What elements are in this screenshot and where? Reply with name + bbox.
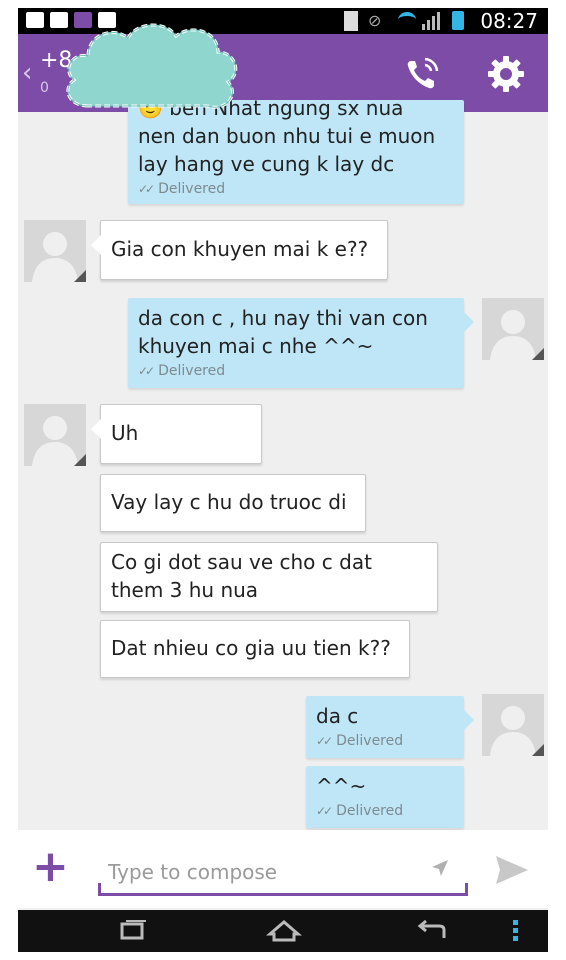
incoming-message[interactable]: Gia con khuyen mai k e?? xyxy=(91,220,388,280)
avatar[interactable] xyxy=(482,694,544,756)
wifi-icon xyxy=(398,12,416,28)
message-line: khuyen mai c nhe ^^~ xyxy=(138,334,374,358)
message-line: Co gi dot sau ve cho c dat xyxy=(111,550,372,574)
home-icon[interactable] xyxy=(265,918,303,944)
incoming-message[interactable]: Uh xyxy=(91,404,262,464)
message-text: Dat nhieu co gia uu tien k?? xyxy=(111,636,391,660)
message-text: ^^~ xyxy=(316,774,367,798)
delivery-status: ✓✓ Delivered xyxy=(316,803,404,819)
message-text: Uh xyxy=(111,421,139,445)
menu-icon[interactable] xyxy=(508,918,522,944)
cloud-sticker-icon xyxy=(66,23,238,109)
compose-input[interactable] xyxy=(108,856,408,888)
gear-icon[interactable] xyxy=(484,52,528,96)
outgoing-message[interactable]: da c ✓✓ Delivered xyxy=(306,696,474,758)
clock: 08:27 xyxy=(480,9,538,33)
double-check-icon: ✓✓ xyxy=(316,734,333,748)
incoming-message[interactable]: Dat nhieu co gia uu tien k?? xyxy=(100,620,410,678)
plus-icon[interactable]: + xyxy=(32,845,69,889)
back-icon[interactable] xyxy=(414,918,450,944)
contact-status: 0 xyxy=(40,80,49,96)
message-line: lay hang ve cung k lay dc xyxy=(138,152,395,176)
outgoing-message[interactable]: da con c , hu nay thi van con khuyen mai… xyxy=(128,298,474,388)
message-line: nen dan buon nhu tui e muon xyxy=(138,124,436,148)
incoming-message[interactable]: Co gi dot sau ve cho c dat them 3 hu nua xyxy=(100,542,438,612)
signal-icon xyxy=(422,12,440,30)
chat-notification-icon xyxy=(26,12,44,28)
sim-icon xyxy=(344,11,358,31)
mute-icon: ⊘ xyxy=(368,11,382,30)
battery-icon xyxy=(452,11,464,30)
navigation-bar xyxy=(18,910,548,952)
avatar[interactable] xyxy=(24,220,86,282)
avatar[interactable] xyxy=(24,404,86,466)
double-check-icon: ✓✓ xyxy=(138,182,155,196)
double-check-icon: ✓✓ xyxy=(316,804,333,818)
compose-field-wrap xyxy=(98,850,468,896)
chevron-left-icon[interactable]: ‹ xyxy=(22,58,32,88)
delivery-status: ✓✓ Delivered xyxy=(138,363,226,379)
phone-screen: ⊘ 08:27 ‹ +8 0 🙂 ben Nhat ngung sx nua n… xyxy=(18,8,548,952)
message-text: Gia con khuyen mai k e?? xyxy=(111,237,369,261)
send-icon[interactable] xyxy=(492,852,532,888)
message-text: da c xyxy=(316,704,359,728)
delivery-status: ✓✓ Delivered xyxy=(316,733,404,749)
message-text: Vay lay c hu do truoc di xyxy=(111,490,347,514)
phone-call-icon[interactable] xyxy=(400,52,444,96)
location-arrow-icon[interactable] xyxy=(430,858,450,883)
message-line: them 3 hu nua xyxy=(111,578,259,602)
compose-bar: + xyxy=(18,830,548,908)
message-line: da con c , hu nay thi van con xyxy=(138,306,428,330)
incoming-message[interactable]: Vay lay c hu do truoc di xyxy=(100,474,366,532)
recent-apps-icon[interactable] xyxy=(114,918,150,944)
delivery-status: ✓✓ Delivered xyxy=(138,181,226,197)
avatar[interactable] xyxy=(482,298,544,360)
outgoing-message[interactable]: ^^~ ✓✓ Delivered xyxy=(306,766,464,828)
double-check-icon: ✓✓ xyxy=(138,364,155,378)
